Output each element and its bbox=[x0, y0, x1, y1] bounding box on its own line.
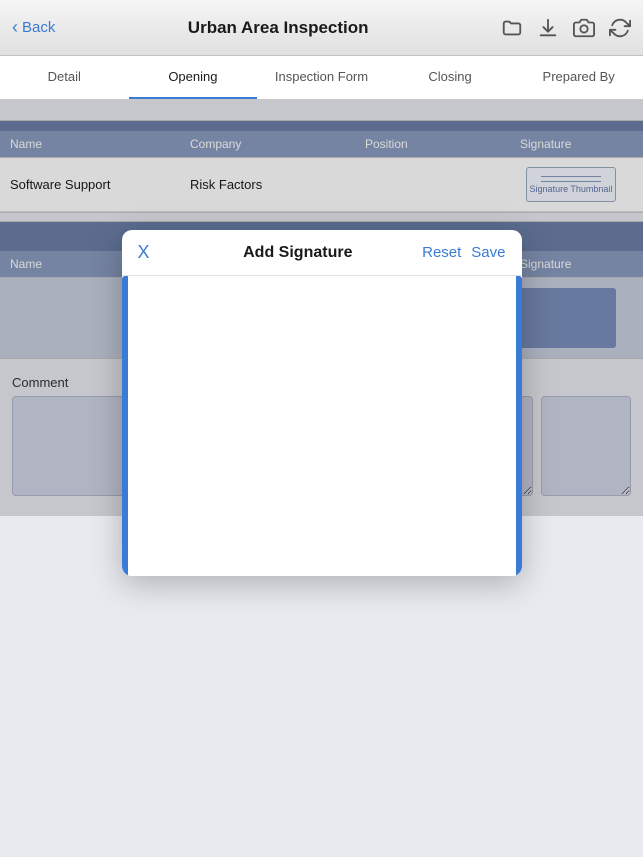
modal-reset-button[interactable]: Reset bbox=[422, 244, 461, 261]
modal-title: Add Signature bbox=[174, 244, 423, 262]
download-icon[interactable] bbox=[537, 17, 559, 39]
nav-icons bbox=[501, 17, 631, 39]
modal-overlay: X Add Signature Reset Save bbox=[0, 100, 643, 516]
modal-close-button[interactable]: X bbox=[138, 242, 174, 263]
back-button[interactable]: ‹ Back bbox=[12, 17, 55, 38]
tab-detail[interactable]: Detail bbox=[0, 56, 129, 99]
refresh-icon[interactable] bbox=[609, 17, 631, 39]
tab-closing[interactable]: Closing bbox=[386, 56, 515, 99]
back-chevron-icon: ‹ bbox=[12, 17, 18, 38]
tab-inspection-form[interactable]: Inspection Form bbox=[257, 56, 386, 99]
tab-opening[interactable]: Opening bbox=[129, 56, 258, 99]
back-label: Back bbox=[22, 19, 55, 36]
tab-prepared-by[interactable]: Prepared By bbox=[514, 56, 643, 99]
nav-bar: ‹ Back Urban Area Inspection bbox=[0, 0, 643, 56]
folder-icon[interactable] bbox=[501, 17, 523, 39]
camera-icon[interactable] bbox=[573, 17, 595, 39]
add-signature-modal: X Add Signature Reset Save bbox=[122, 230, 522, 576]
modal-header: X Add Signature Reset Save bbox=[122, 230, 522, 276]
main-content: Name Company Position Signature Software… bbox=[0, 100, 643, 516]
signature-canvas[interactable] bbox=[122, 276, 522, 576]
modal-save-button[interactable]: Save bbox=[471, 244, 505, 261]
page-title: Urban Area Inspection bbox=[55, 18, 501, 38]
tab-bar: Detail Opening Inspection Form Closing P… bbox=[0, 56, 643, 100]
